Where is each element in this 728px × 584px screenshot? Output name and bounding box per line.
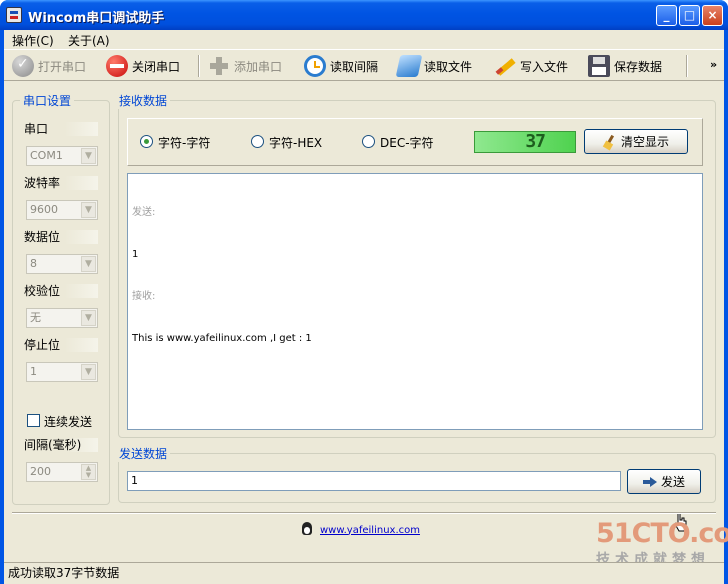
databits-value: 8 — [30, 257, 37, 270]
baud-label: 波特率 — [24, 176, 98, 190]
send-button-label: 发送 — [660, 475, 685, 489]
minimize-button[interactable]: _ — [656, 5, 677, 26]
chevron-down-icon: ▼ — [81, 364, 96, 380]
pencil-icon — [494, 55, 516, 77]
plus-icon — [208, 55, 230, 77]
save-data-button[interactable]: 保存数据 — [588, 54, 662, 78]
mode-hex-radio[interactable] — [251, 135, 264, 148]
chevron-down-icon: ▼ — [81, 202, 96, 218]
continuous-send-checkbox[interactable] — [27, 414, 40, 427]
receive-line: This is www.yafeilinux.com ,I get : 1 — [132, 333, 312, 344]
close-port-button[interactable]: 关闭串口 — [106, 54, 180, 78]
databits-label: 数据位 — [24, 230, 98, 244]
interval-value: 200 — [30, 465, 51, 478]
window-title: Wincom串口调试助手 — [28, 11, 165, 26]
parity-label: 校验位 — [24, 284, 98, 298]
send-input[interactable]: 1 — [127, 471, 621, 491]
add-port-label: 添加串口 — [234, 59, 283, 74]
clear-display-button[interactable]: 清空显示 — [584, 129, 688, 154]
continuous-send-label: 连续发送 — [44, 415, 93, 429]
port-select[interactable]: COM1 ▼ — [26, 146, 98, 166]
toolbar: 打开串口 关闭串口 添加串口 读取间隔 读取文件 写入文件 — [4, 49, 724, 81]
clock-icon — [304, 55, 326, 77]
clear-display-label: 清空显示 — [620, 135, 669, 149]
send-button[interactable]: 发送 — [627, 469, 701, 494]
chevron-down-icon: ▼ — [81, 256, 96, 272]
read-interval-button[interactable]: 读取间隔 — [304, 54, 378, 78]
footer-link-row: www.yafeilinux.com — [300, 522, 420, 538]
close-button[interactable]: × — [702, 5, 723, 26]
send-title: 发送数据 — [116, 445, 171, 462]
maximize-button[interactable]: □ — [679, 5, 700, 26]
stopbits-value: 1 — [30, 365, 37, 378]
read-file-button[interactable]: 读取文件 — [395, 54, 473, 78]
tux-penguin-icon — [300, 522, 314, 538]
app-icon — [6, 7, 22, 23]
check-icon — [12, 55, 34, 77]
receive-title: 接收数据 — [116, 92, 171, 109]
port-settings-title: 串口设置 — [20, 92, 75, 109]
open-port-label: 打开串口 — [38, 59, 87, 74]
client-area: 操作(C) 关于(A) 打开串口 关闭串口 添加串口 读取间隔 — [4, 30, 728, 584]
toolbar-overflow-button[interactable]: » — [710, 58, 717, 71]
website-link[interactable]: www.yafeilinux.com — [320, 525, 420, 536]
watermark-logo: 51CTO.com — [596, 518, 728, 549]
baud-select[interactable]: 9600 ▼ — [26, 200, 98, 220]
read-file-label: 读取文件 — [424, 59, 473, 74]
app-window: Wincom串口调试助手 _ □ × 操作(C) 关于(A) 打开串口 关闭串口… — [0, 0, 728, 584]
spin-arrows-icon[interactable]: ▲ ▼ — [81, 464, 96, 480]
receive-line: 接收: — [132, 291, 156, 302]
parity-value: 无 — [30, 311, 41, 324]
stopbits-select[interactable]: 1 ▼ — [26, 362, 98, 382]
disk-icon — [395, 55, 423, 77]
mode-dec-radio[interactable] — [362, 135, 375, 148]
receive-textarea[interactable]: 发送: 1 接收: This is www.yafeilinux.com ,I … — [127, 173, 703, 430]
write-file-label: 写入文件 — [520, 59, 569, 74]
baud-value: 9600 — [30, 203, 58, 216]
byte-counter-display: 37 — [474, 131, 576, 153]
footer-divider — [12, 512, 716, 514]
mode-dec-label: DEC-字符 — [380, 136, 434, 150]
add-port-button[interactable]: 添加串口 — [208, 54, 282, 78]
stopbits-label: 停止位 — [24, 338, 98, 352]
close-port-label: 关闭串口 — [132, 59, 181, 74]
chevron-down-icon: ▼ — [81, 148, 96, 164]
read-interval-label: 读取间隔 — [330, 59, 379, 74]
menu-operate[interactable]: 操作(C) — [12, 32, 54, 49]
mode-hex-label: 字符-HEX — [269, 136, 323, 150]
port-label: 串口 — [24, 122, 98, 136]
arrow-right-icon — [642, 476, 657, 487]
chevron-down-icon: ▼ — [81, 310, 96, 326]
databits-select[interactable]: 8 ▼ — [26, 254, 98, 274]
receive-line: 发送: — [132, 207, 156, 218]
stop-icon — [106, 55, 128, 77]
open-port-button[interactable]: 打开串口 — [12, 54, 86, 78]
mode-char-radio[interactable] — [140, 135, 153, 148]
interval-label: 间隔(毫秒) — [24, 438, 98, 452]
toolbar-separator — [686, 55, 688, 77]
write-file-button[interactable]: 写入文件 — [494, 54, 568, 78]
title-bar[interactable]: Wincom串口调试助手 _ □ × — [0, 0, 728, 30]
interval-spinbox[interactable]: 200 ▲ ▼ — [26, 462, 98, 482]
menu-about[interactable]: 关于(A) — [68, 32, 110, 49]
floppy-icon — [588, 55, 610, 77]
broom-icon — [603, 135, 617, 149]
port-value: COM1 — [30, 149, 63, 162]
toolbar-separator — [198, 55, 200, 77]
status-bar: 成功读取37字节数据 — [4, 562, 724, 584]
parity-select[interactable]: 无 ▼ — [26, 308, 98, 328]
menu-bar: 操作(C) 关于(A) — [4, 30, 724, 48]
receive-line: 1 — [132, 249, 139, 260]
save-data-label: 保存数据 — [614, 59, 663, 74]
mode-char-label: 字符-字符 — [158, 136, 211, 150]
